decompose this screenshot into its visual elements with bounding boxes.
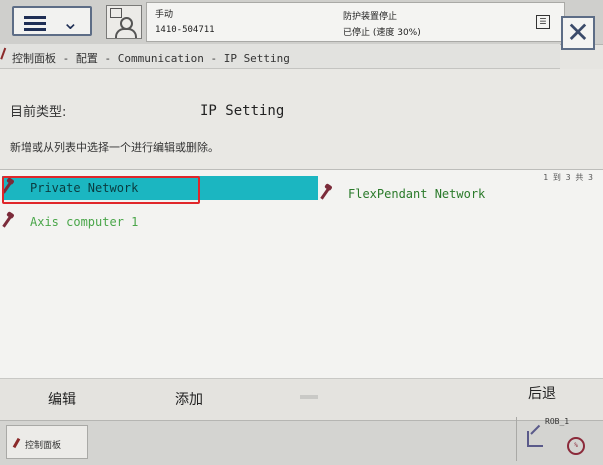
main-content: 目前类型: IP Setting 新增或从列表中选择一个进行编辑或删除。 1 到…	[0, 69, 603, 380]
type-value: IP Setting	[200, 103, 285, 119]
controller-name: 1410-504711	[155, 25, 215, 35]
taskbar-tab-label: 控制面板	[25, 441, 62, 451]
user-icon[interactable]	[106, 5, 142, 39]
status-bar: ⌄ 手动 1410-504711 防护装置停止 已停止 (速度 30%) ☰ ✕	[0, 0, 603, 50]
hamburger-icon	[24, 13, 46, 34]
command-bar: 编辑 添加 后退	[0, 378, 603, 421]
main-menu-button[interactable]: ⌄	[12, 6, 92, 36]
taskbar: 控制面板 ROB_1 %	[0, 417, 603, 465]
jog-axis-icon[interactable]	[527, 431, 543, 447]
quickset-area[interactable]: ROB_1 %	[516, 417, 597, 461]
status-panel[interactable]: 手动 1410-504711 防护装置停止 已停止 (速度 30%) ☰	[146, 2, 565, 42]
instruction-text: 新增或从列表中选择一个进行编辑或删除。	[10, 141, 219, 154]
taskbar-tab-control-panel[interactable]: 控制面板	[6, 425, 88, 459]
highlight-box	[2, 176, 200, 204]
safety-status: 防护装置停止	[343, 12, 398, 22]
chevron-down-icon: ⌄	[62, 10, 79, 34]
speed-icon[interactable]: %	[567, 437, 585, 455]
close-button[interactable]: ✕	[561, 16, 595, 50]
add-button[interactable]: 添加	[175, 389, 203, 409]
wrench-icon	[2, 214, 13, 228]
flexpendant-screen: ⌄ 手动 1410-504711 防护装置停止 已停止 (速度 30%) ☰ ✕…	[0, 0, 603, 465]
list-item-label: Axis computer 1	[30, 215, 139, 229]
event-log-icon[interactable]: ☰	[536, 15, 550, 29]
run-status: 已停止 (速度 30%)	[343, 28, 421, 38]
breadcrumb: 控制面板 - 配置 - Communication - IP Setting	[0, 44, 560, 69]
list-item-label: FlexPendant Network	[348, 187, 486, 201]
back-button[interactable]: 后退	[528, 383, 556, 403]
wrench-icon	[12, 437, 21, 449]
list-item-axis-computer[interactable]: Axis computer 1	[2, 210, 302, 234]
operating-mode: 手动	[155, 10, 174, 20]
list-item-flexpendant-network[interactable]: FlexPendant Network	[320, 182, 590, 206]
type-label: 目前类型:	[10, 105, 67, 120]
instance-list[interactable]: 1 到 3 共 3 Private Network FlexPendant Ne…	[0, 169, 603, 380]
edit-button[interactable]: 编辑	[48, 389, 76, 409]
window-icon	[110, 8, 122, 18]
disabled-button	[300, 395, 318, 399]
wrench-icon	[320, 186, 331, 200]
mechanical-unit-label: ROB_1	[545, 417, 570, 426]
breadcrumb-text: 控制面板 - 配置 - Communication - IP Setting	[12, 52, 290, 65]
